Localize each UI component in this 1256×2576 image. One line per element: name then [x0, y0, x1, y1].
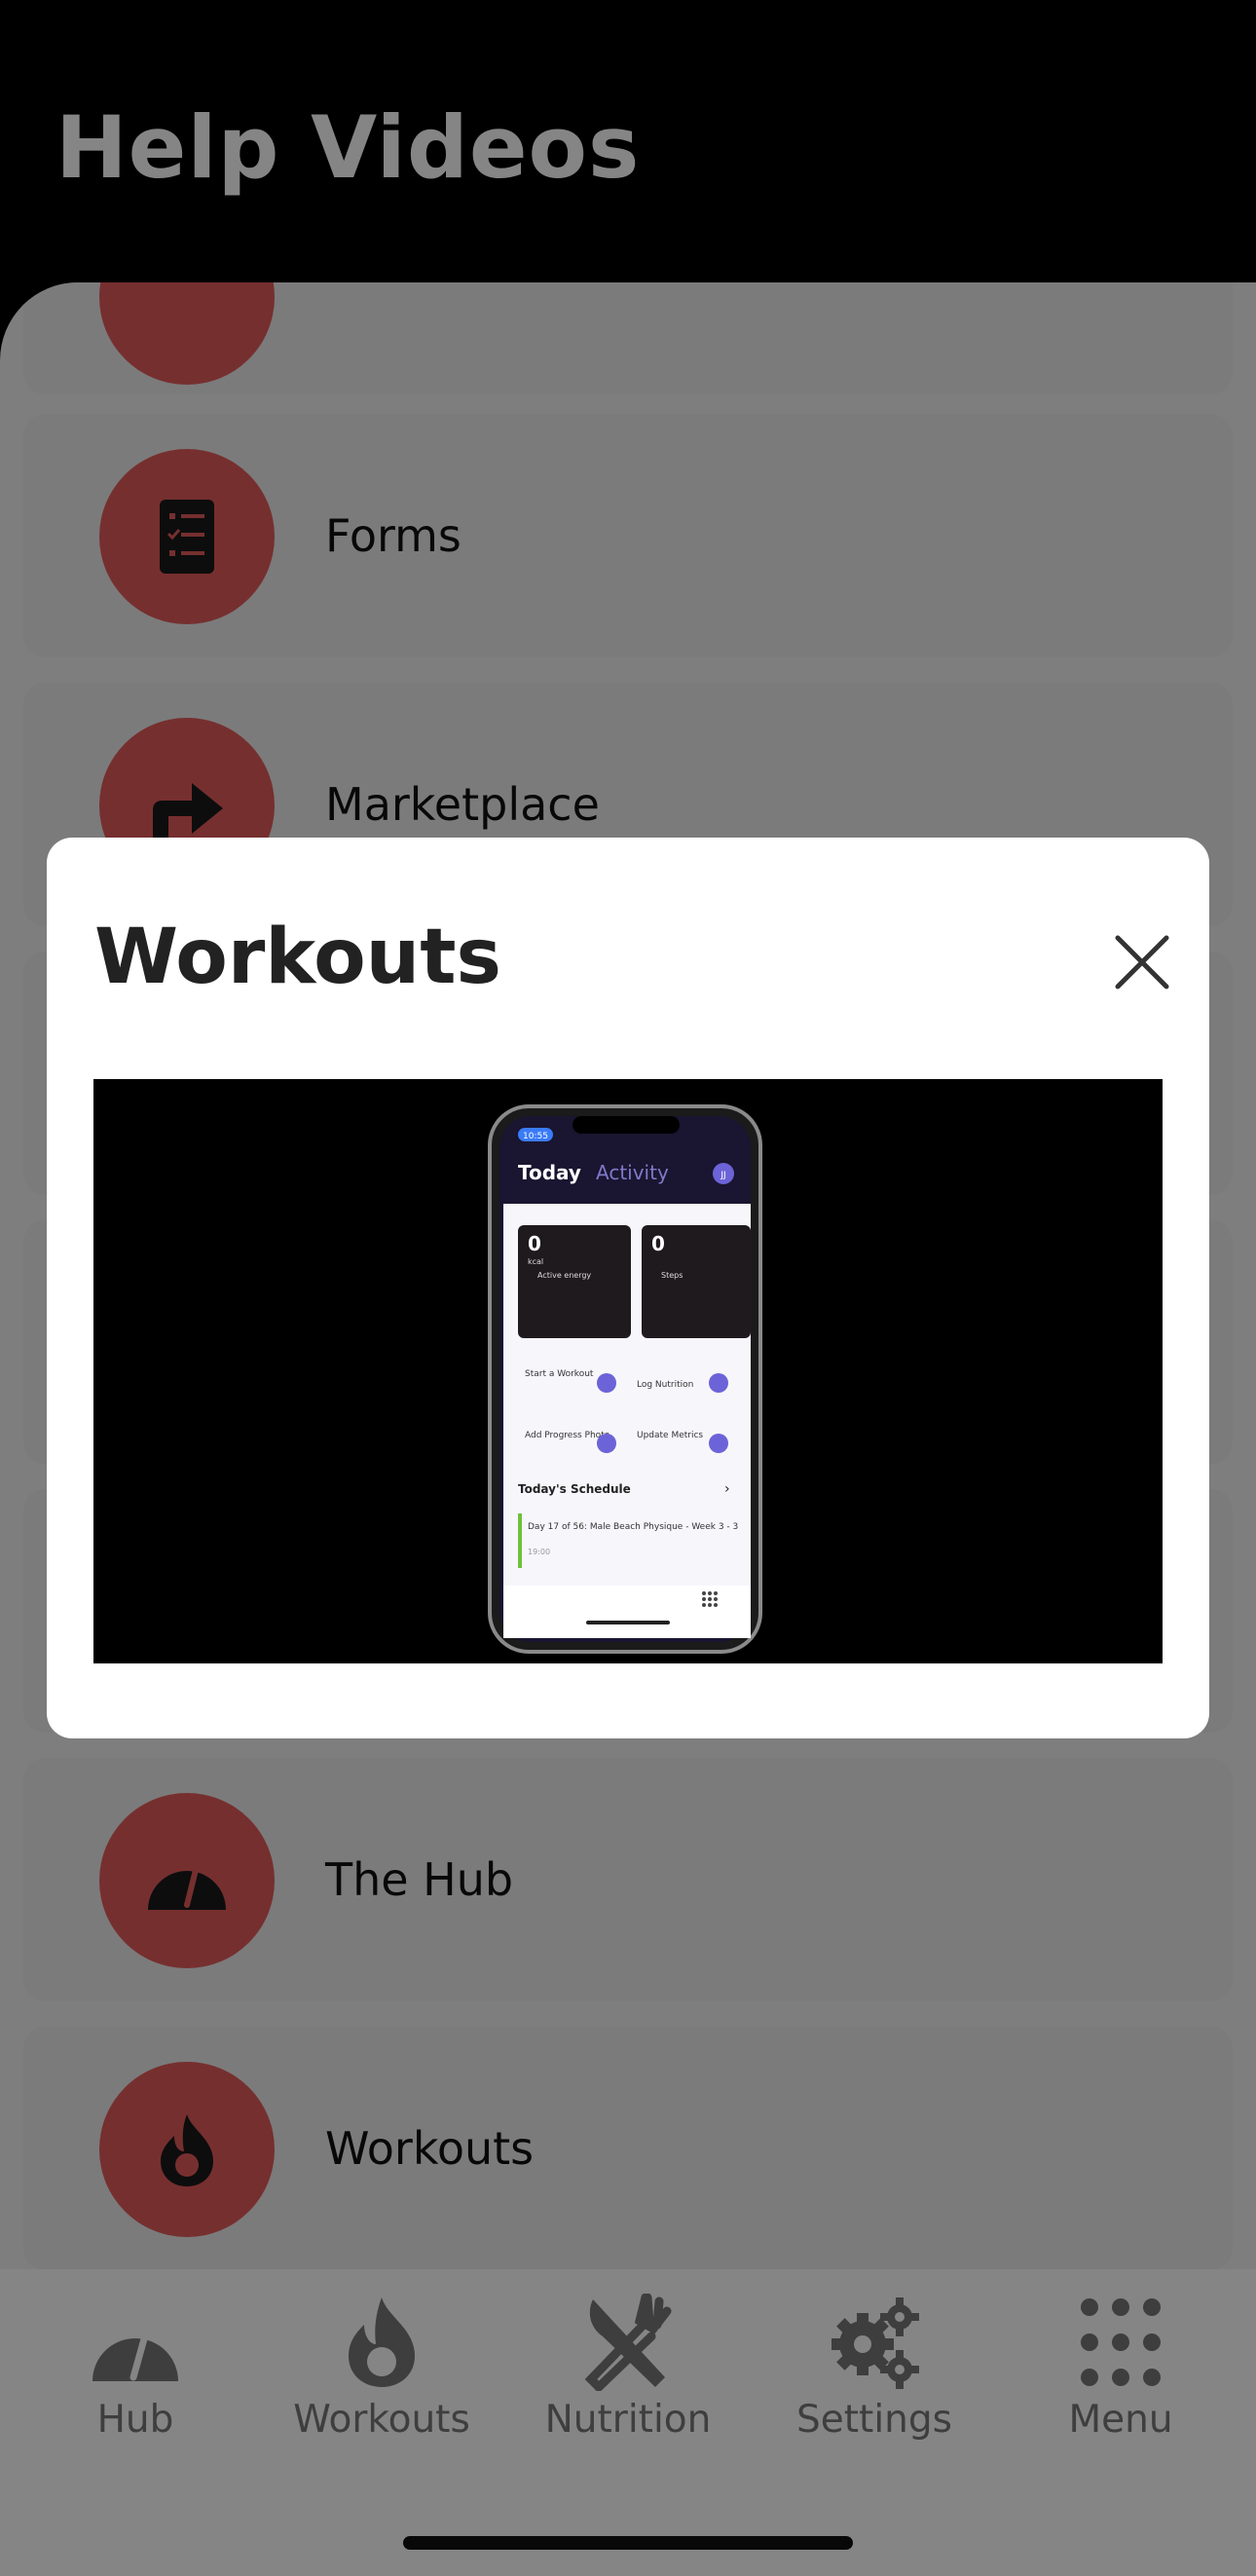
card1-unit: kcal [528, 1257, 543, 1266]
modal-title: Workouts [94, 914, 501, 1001]
phone-action-update-metrics: Update Metrics [637, 1431, 703, 1440]
svg-text:›: › [724, 1481, 730, 1497]
card1-value: 0 [528, 1232, 541, 1255]
video-player[interactable]: 10:55 Today Activity JJ 0 kcal Active en… [93, 1079, 1163, 1663]
phone-tab-activity: Activity [596, 1161, 669, 1184]
phone-avatar: JJ [720, 1171, 725, 1180]
status-time: 10:55 [523, 1132, 548, 1141]
close-icon[interactable] [1108, 928, 1176, 996]
card2-label: Steps [661, 1271, 683, 1280]
card2-value: 0 [651, 1232, 665, 1255]
phone-action-start-workout: Start a Workout [525, 1369, 594, 1379]
phone-tab-today: Today [518, 1161, 581, 1184]
card1-label: Active energy [537, 1271, 591, 1280]
phone-action-log-nutrition: Log Nutrition [637, 1380, 693, 1390]
phone-schedule-title: Today's Schedule [518, 1482, 631, 1496]
video-frame: 10:55 Today Activity JJ 0 kcal Active en… [93, 1079, 1163, 1663]
phone-action-add-progress-photo: Add Progress Photo [525, 1431, 610, 1440]
video-modal: Workouts 10:55 Today Activity JJ 0 kcal [47, 838, 1209, 1738]
phone-schedule-time: 19:00 [528, 1548, 550, 1556]
phone-schedule-item: Day 17 of 56: Male Beach Physique - Week… [528, 1522, 738, 1532]
